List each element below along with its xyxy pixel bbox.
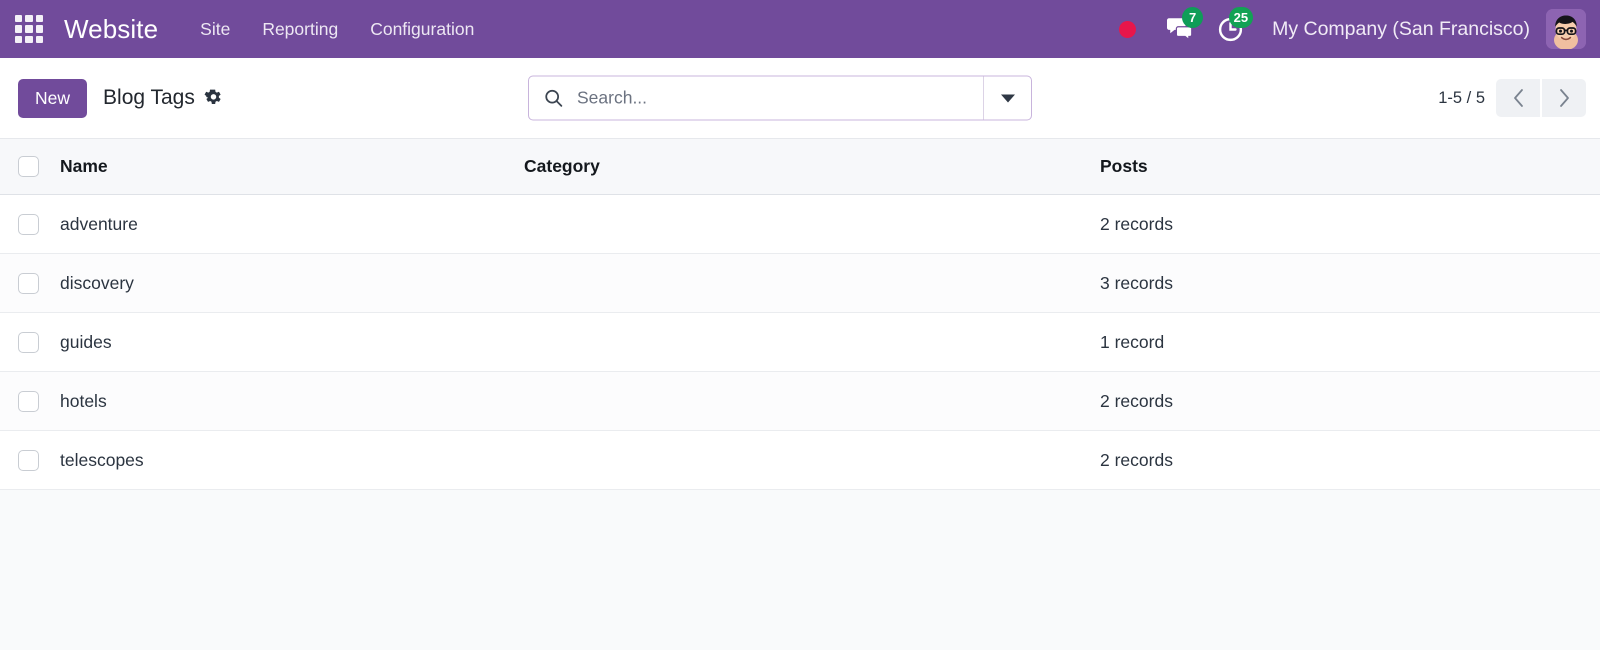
pager: 1-5 / 5 — [1438, 79, 1586, 117]
row-checkbox[interactable] — [18, 213, 39, 235]
activity-counter-badge: 25 — [1228, 7, 1254, 28]
activity-menu-button[interactable]: 25 — [1208, 7, 1254, 51]
cell-posts[interactable]: 2 records — [1100, 194, 1600, 254]
row-select-cell — [0, 371, 60, 431]
cell-name[interactable]: discovery — [60, 253, 524, 313]
cell-category[interactable] — [524, 312, 1100, 372]
cell-category[interactable] — [524, 253, 1100, 313]
apps-grid-cell — [15, 35, 23, 43]
avatar[interactable] — [1546, 9, 1586, 49]
apps-grid-cell — [25, 25, 33, 33]
apps-grid-icon[interactable] — [12, 12, 46, 46]
row-select-cell — [0, 430, 60, 490]
table-row[interactable]: hotels 2 records — [0, 371, 1600, 431]
app-brand-website[interactable]: Website — [64, 14, 158, 45]
apps-grid-cell — [25, 35, 33, 43]
pager-counter[interactable]: 1-5 / 5 — [1438, 89, 1485, 108]
apps-grid-cell — [35, 25, 43, 33]
search-glyph — [544, 89, 562, 107]
gear-icon[interactable] — [204, 89, 223, 108]
pager-previous-button[interactable] — [1496, 79, 1540, 117]
navbar-menus: Site Reporting Configuration — [184, 11, 490, 48]
page-title: Blog Tags — [103, 86, 195, 109]
search-panel — [528, 75, 1032, 121]
messaging-menu-button[interactable]: 7 — [1158, 7, 1204, 51]
company-switcher[interactable]: My Company (San Francisco) — [1272, 18, 1530, 41]
control-panel-left: New Blog Tags — [18, 78, 223, 118]
cell-category[interactable] — [524, 430, 1100, 490]
search-dropdown-toggle[interactable] — [983, 76, 1031, 120]
apps-grid-cell — [25, 15, 33, 23]
table-body: adventure 2 records discovery 3 records … — [0, 194, 1600, 490]
row-select-cell — [0, 312, 60, 372]
apps-grid-cell — [35, 15, 43, 23]
cell-posts[interactable]: 1 record — [1100, 312, 1600, 372]
apps-grid-cell — [35, 35, 43, 43]
cell-posts[interactable]: 3 records — [1100, 253, 1600, 313]
cell-category[interactable] — [524, 371, 1100, 431]
cell-name[interactable]: hotels — [60, 371, 524, 431]
column-header-name[interactable]: Name — [60, 138, 524, 195]
apps-grid-cell — [15, 25, 23, 33]
avatar-image — [1546, 9, 1586, 49]
records-table: Name Category Posts adventure 2 records … — [0, 138, 1600, 490]
row-checkbox[interactable] — [18, 272, 39, 294]
breadcrumb: Blog Tags — [103, 86, 223, 110]
table-row[interactable]: adventure 2 records — [0, 194, 1600, 254]
search-icon — [529, 88, 577, 109]
top-navbar: Website Site Reporting Configuration 7 2… — [0, 0, 1600, 58]
table-row[interactable]: guides 1 record — [0, 312, 1600, 372]
table-row[interactable]: telescopes 2 records — [0, 430, 1600, 490]
chevron-right-icon — [1559, 89, 1569, 107]
nav-menu-site[interactable]: Site — [184, 11, 246, 48]
column-header-posts[interactable]: Posts — [1100, 138, 1600, 195]
messaging-counter-badge: 7 — [1182, 7, 1204, 28]
cell-name[interactable]: telescopes — [60, 430, 524, 490]
cell-posts[interactable]: 2 records — [1100, 371, 1600, 431]
new-button[interactable]: New — [18, 78, 88, 118]
cell-name[interactable]: guides — [60, 312, 524, 372]
table-row[interactable]: discovery 3 records — [0, 253, 1600, 313]
control-panel: New Blog Tags 1-5 / 5 — [0, 58, 1600, 138]
apps-grid-cell — [15, 15, 23, 23]
list-view: Name Category Posts adventure 2 records … — [0, 138, 1600, 650]
searchview — [528, 75, 1032, 121]
pager-next-button[interactable] — [1542, 79, 1586, 117]
nav-menu-configuration[interactable]: Configuration — [354, 11, 490, 48]
record-dot-icon[interactable] — [1119, 20, 1137, 38]
search-input[interactable] — [577, 76, 983, 120]
gear-glyph — [204, 89, 221, 104]
chevron-left-icon — [1513, 89, 1523, 107]
row-checkbox[interactable] — [18, 449, 39, 471]
nav-menu-reporting[interactable]: Reporting — [246, 11, 354, 48]
chevron-down-icon — [1000, 94, 1015, 102]
table-header-row: Name Category Posts — [0, 138, 1600, 195]
column-header-category[interactable]: Category — [524, 138, 1100, 195]
row-checkbox[interactable] — [18, 331, 39, 353]
select-all-cell — [0, 138, 60, 195]
cell-category[interactable] — [524, 194, 1100, 254]
row-checkbox[interactable] — [18, 390, 39, 412]
select-all-checkbox[interactable] — [18, 156, 39, 177]
row-select-cell — [0, 253, 60, 313]
table-header: Name Category Posts — [0, 138, 1600, 195]
cell-posts[interactable]: 2 records — [1100, 430, 1600, 490]
navbar-systray: 7 25 My Company (San Francisco) — [1119, 0, 1586, 58]
cell-name[interactable]: adventure — [60, 194, 524, 254]
row-select-cell — [0, 194, 60, 254]
pager-buttons — [1496, 79, 1586, 117]
